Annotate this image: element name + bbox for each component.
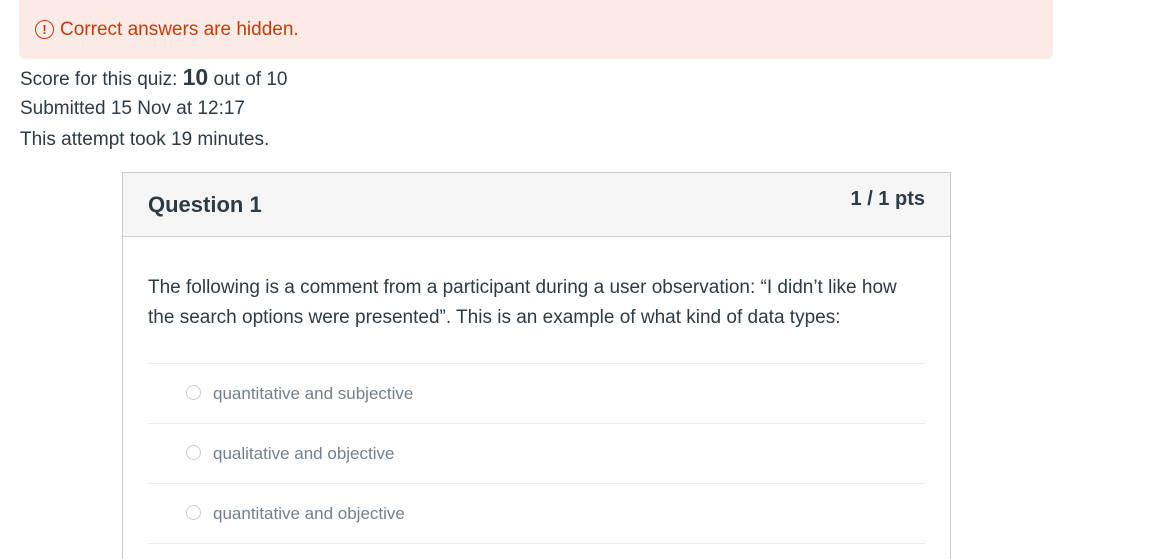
answer-option[interactable]: quantitative and subjective [148,364,925,424]
quiz-results-page: ! Correct answers are hidden. Score for … [0,0,1151,559]
question-text: The following is a comment from a partic… [148,277,897,328]
question-points: 1 / 1 pts [850,188,925,210]
submitted-timestamp: Submitted 15 Nov at 12:17 [20,98,245,119]
quiz-score: Score for this quiz: 10 out of 10 [20,64,287,91]
answer-label: qualitative and objective [213,443,395,463]
correct-answers-hidden-alert: ! Correct answers are hidden. [19,0,1053,59]
answer-option[interactable]: quantitative and objective [148,484,925,544]
score-suffix: out of 10 [208,69,288,90]
question-header: Question 1 1 / 1 pts [123,173,950,237]
answer-option[interactable]: qualitative and objective [148,424,925,484]
answer-label: quantitative and subjective [213,383,414,403]
radio-button[interactable] [186,445,201,460]
answer-label: quantitative and objective [213,503,405,523]
exclamation-circle-icon: ! [35,20,54,39]
score-prefix: Score for this quiz: [20,69,183,90]
score-value: 10 [182,64,209,90]
attempt-duration: This attempt took 19 minutes. [20,129,270,150]
answer-list: quantitative and subjective qualitative … [148,363,925,544]
radio-button[interactable] [186,505,201,520]
question-card: Question 1 1 / 1 pts The following is a … [122,172,951,559]
radio-button[interactable] [186,385,201,400]
alert-text: Correct answers are hidden. [60,18,299,40]
question-title: Question 1 [148,192,262,217]
